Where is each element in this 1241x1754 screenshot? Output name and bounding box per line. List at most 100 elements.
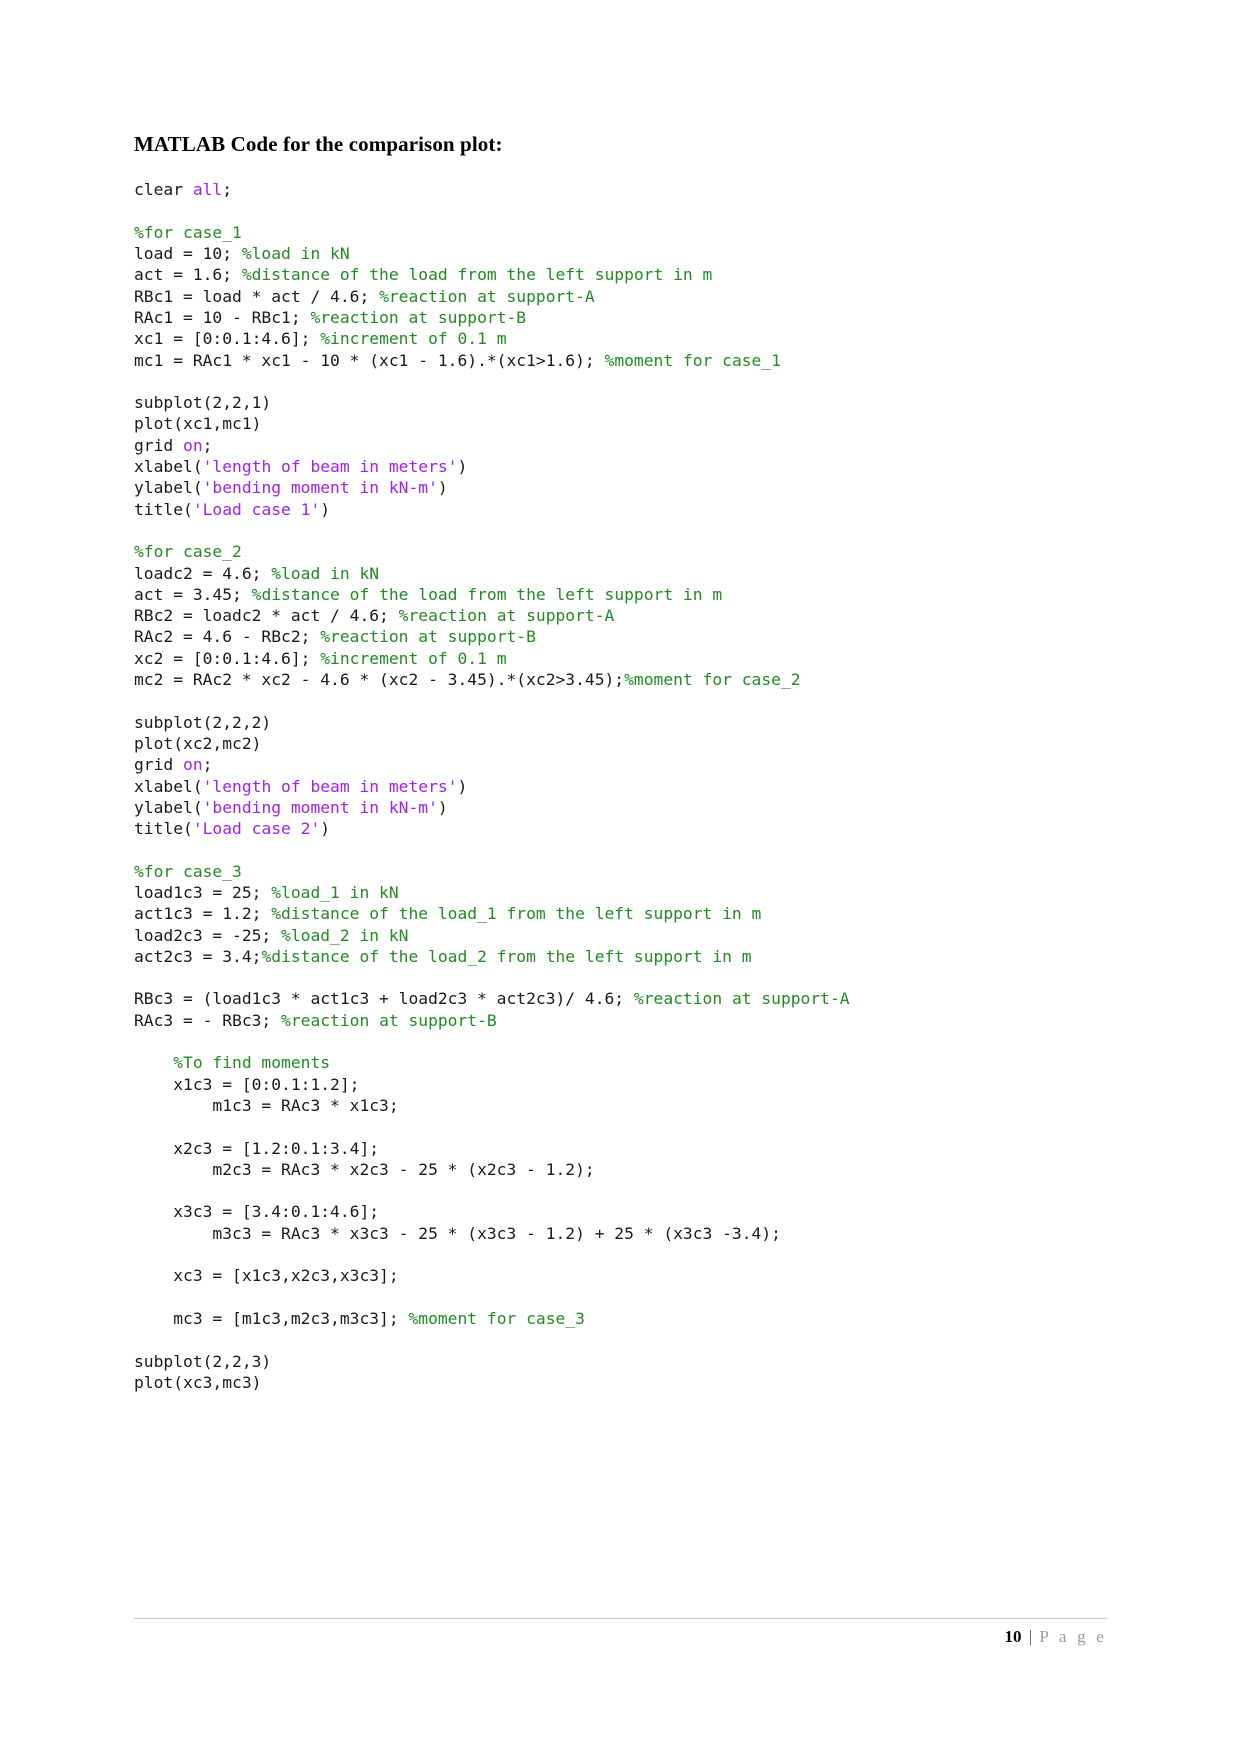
code-line: xc1 = [0:0.1:4.6]; %increment of 0.1 m: [134, 328, 1114, 349]
code-token-plain: RBc3 = (load1c3 * act1c3 + load2c3 * act…: [134, 989, 634, 1009]
code-token-plain: xc2 = [0:0.1:4.6];: [134, 648, 321, 668]
document-page: MATLAB Code for the comparison plot: cle…: [0, 0, 1241, 1754]
code-line: xc2 = [0:0.1:4.6]; %increment of 0.1 m: [134, 648, 1114, 669]
code-token-comment: %increment of 0.1 m: [320, 329, 507, 349]
code-token-comment: %load in kN: [271, 563, 380, 583]
code-token-comment: %reaction at support-B: [281, 1010, 497, 1030]
code-line: xc3 = [x1c3,x2c3,x3c3];: [134, 1265, 1114, 1286]
code-token-string: 'length of beam in meters': [202, 457, 458, 477]
code-token-comment: %reaction at support-B: [320, 627, 536, 647]
code-token-plain: act = 1.6;: [134, 265, 242, 285]
code-line: grid on;: [134, 754, 1114, 775]
code-token-plain: title(: [134, 819, 193, 839]
code-line: subplot(2,2,2): [134, 712, 1114, 733]
code-line: title('Load case 1'): [134, 499, 1114, 520]
code-token-keyword: all: [192, 180, 223, 200]
code-token-plain: plot(xc3,mc3): [134, 1372, 262, 1392]
code-token-plain: ): [437, 478, 448, 498]
code-token-plain: load1c3 = 25;: [134, 882, 272, 902]
code-token-plain: ): [320, 819, 331, 839]
code-token-comment: %load_1 in kN: [271, 882, 399, 902]
code-token-plain: plot(xc2,mc2): [134, 733, 262, 753]
code-line: grid on;: [134, 435, 1114, 456]
footer-separator: |: [1028, 1627, 1033, 1646]
code-token-plain: load = 10;: [134, 244, 242, 264]
code-line: act2c3 = 3.4;%distance of the load_2 fro…: [134, 946, 1114, 967]
code-token-plain: m1c3 = RAc3 * x1c3;: [134, 1095, 399, 1115]
matlab-code-block: clear all; %for case_1 load = 10; %load i…: [134, 179, 1114, 1393]
code-token-plain: ): [457, 776, 468, 796]
code-line: RBc1 = load * act / 4.6; %reaction at su…: [134, 286, 1114, 307]
code-token-plain: mc2 = RAc2 * xc2 - 4.6 * (xc2 - 3.45).*(…: [134, 670, 625, 690]
code-token-plain: loadc2 = 4.6;: [134, 563, 272, 583]
code-token-comment: %load_2 in kN: [281, 925, 409, 945]
code-token-plain: mc3 = [m1c3,m2c3,m3c3];: [134, 1308, 409, 1328]
code-token-comment: %distance of the load from the left supp…: [241, 265, 713, 285]
code-token-comment: %moment for case_1: [604, 350, 781, 370]
code-token-plain: m2c3 = RAc3 * x2c3 - 25 * (x2c3 - 1.2);: [134, 1159, 595, 1179]
code-line: %To find moments: [134, 1052, 1114, 1073]
code-token-string: 'bending moment in kN-m': [202, 478, 438, 498]
code-token-comment: %reaction at support-A: [379, 286, 595, 306]
code-token-plain: RAc2 = 4.6 - RBc2;: [134, 627, 321, 647]
code-line: xlabel('length of beam in meters'): [134, 776, 1114, 797]
code-token-comment: %reaction at support-B: [310, 307, 527, 327]
code-token-plain: subplot(2,2,1): [134, 393, 272, 413]
code-token-plain: act2c3 = 3.4;: [134, 946, 262, 966]
code-line: plot(xc3,mc3): [134, 1372, 1114, 1393]
code-token-keyword: on: [183, 435, 203, 455]
code-line: x2c3 = [1.2:0.1:3.4];: [134, 1138, 1114, 1159]
code-token-plain: RBc1 = load * act / 4.6;: [134, 286, 380, 306]
code-line: RBc3 = (load1c3 * act1c3 + load2c3 * act…: [134, 988, 1114, 1009]
code-token-comment: %moment for case_3: [408, 1308, 585, 1328]
code-line: RBc2 = loadc2 * act / 4.6; %reaction at …: [134, 605, 1114, 626]
code-token-plain: load2c3 = -25;: [134, 925, 282, 945]
code-token-plain: plot(xc1,mc1): [134, 414, 262, 434]
code-token-plain: ;: [202, 755, 213, 775]
code-token-comment: %for case_2: [134, 542, 242, 562]
footer-page-label: P a g e: [1039, 1627, 1107, 1646]
footer-divider: [134, 1618, 1107, 1619]
code-token-comment: %for case_3: [134, 861, 242, 881]
code-token-comment: %for case_1: [134, 222, 242, 242]
code-token-plain: x2c3 = [1.2:0.1:3.4];: [134, 1138, 380, 1158]
code-token-plain: ): [437, 797, 448, 817]
code-token-comment: %To find moments: [134, 1053, 331, 1073]
code-token-comment: %reaction at support-A: [398, 606, 615, 626]
code-line: title('Load case 2'): [134, 818, 1114, 839]
code-token-plain: subplot(2,2,3): [134, 1351, 272, 1371]
code-token-comment: %moment for case_2: [624, 670, 801, 690]
code-line: load = 10; %load in kN: [134, 243, 1114, 264]
code-token-plain: ylabel(: [134, 797, 203, 817]
code-token-comment: %distance of the load_2 from the left su…: [261, 946, 752, 966]
code-line: RAc3 = - RBc3; %reaction at support-B: [134, 1010, 1114, 1031]
code-token-plain: x3c3 = [3.4:0.1:4.6];: [134, 1202, 380, 1222]
code-token-plain: ;: [202, 435, 213, 455]
code-token-plain: ylabel(: [134, 478, 203, 498]
code-token-plain: act1c3 = 1.2;: [134, 904, 272, 924]
code-line: xlabel('length of beam in meters'): [134, 456, 1114, 477]
code-token-plain: m3c3 = RAc3 * x3c3 - 25 * (x3c3 - 1.2) +…: [134, 1223, 781, 1243]
code-token-comment: %load in kN: [241, 244, 350, 264]
code-line: load2c3 = -25; %load_2 in kN: [134, 925, 1114, 946]
code-line: subplot(2,2,3): [134, 1351, 1114, 1372]
page-content: MATLAB Code for the comparison plot: cle…: [134, 132, 1114, 1393]
code-token-plain: xc3 = [x1c3,x2c3,x3c3];: [134, 1266, 399, 1286]
code-line: clear all;: [134, 179, 1114, 200]
code-line: x1c3 = [0:0.1:1.2];: [134, 1074, 1114, 1095]
code-token-plain: x1c3 = [0:0.1:1.2];: [134, 1074, 360, 1094]
code-line: subplot(2,2,1): [134, 392, 1114, 413]
code-token-plain: xc1 = [0:0.1:4.6];: [134, 329, 321, 349]
code-line: %for case_2: [134, 541, 1114, 562]
code-token-plain: title(: [134, 499, 193, 519]
code-token-plain: ): [320, 499, 331, 519]
code-line: plot(xc1,mc1): [134, 413, 1114, 434]
code-line: m2c3 = RAc3 * x2c3 - 25 * (x2c3 - 1.2);: [134, 1159, 1114, 1180]
